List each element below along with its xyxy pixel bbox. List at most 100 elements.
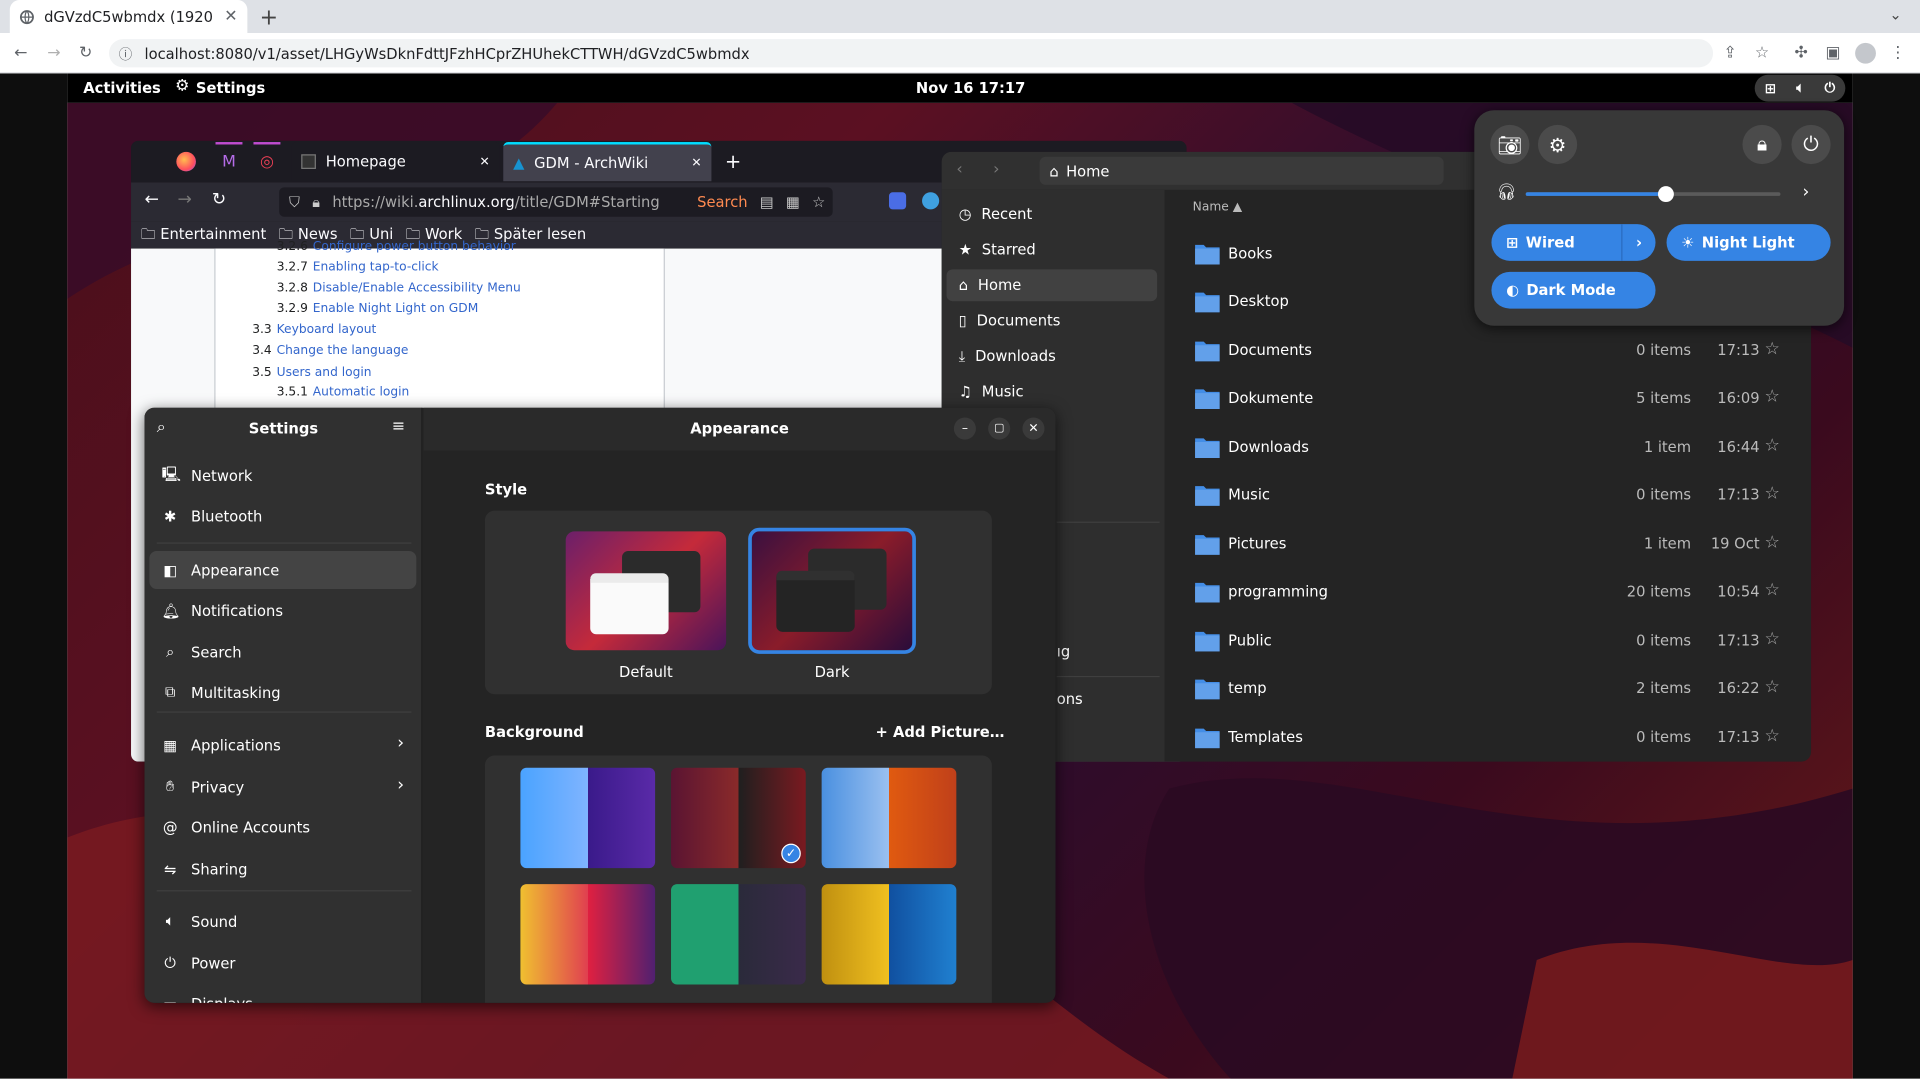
close-icon[interactable]: ✕	[480, 155, 490, 168]
star-icon[interactable]: ☆	[1765, 533, 1780, 553]
extensions-icon[interactable]: ✣	[1788, 39, 1815, 66]
address-bar[interactable]: ⓘ localhost:8080/v1/asset/LHGyWsDknFdttJ…	[108, 39, 1714, 68]
chevron-right-icon[interactable]: ›	[1802, 182, 1809, 202]
menu-kebab-icon[interactable]: ⋮	[1885, 39, 1912, 66]
sidebar-item-label[interactable]: ıg	[1057, 643, 1070, 660]
screenshot-button[interactable]: 📷︎	[1490, 124, 1530, 165]
toc-link[interactable]: 3.2.6 Configure power button behavior	[277, 240, 516, 253]
sidebar-item-bluetooth[interactable]: ✱ Bluetooth	[149, 497, 416, 535]
firefox-tab-archwiki[interactable]: ▲ GDM - ArchWiki ✕	[503, 142, 712, 182]
minimize-button[interactable]: –	[953, 417, 976, 440]
firefox-search-engine[interactable]: Search	[697, 193, 747, 210]
wired-toggle[interactable]: ⊞ Wired ›	[1491, 224, 1656, 261]
close-icon[interactable]: ✕	[691, 156, 701, 169]
wallpaper-thumbnail[interactable]	[671, 884, 806, 985]
toc-link[interactable]: 3.2.9 Enable Night Light on GDM	[277, 302, 479, 315]
grid-icon[interactable]: ▦	[786, 193, 800, 210]
extension-icon[interactable]	[888, 192, 907, 210]
file-row[interactable]: Downloads 1 item 16:44 ☆	[1187, 425, 1787, 472]
lock-button[interactable]: 🔒︎	[1742, 124, 1782, 165]
forward-arrow-icon[interactable]: →	[178, 190, 192, 210]
sidebar-item-starred[interactable]: ★ Starred	[947, 234, 1158, 266]
sidebar-item-sound[interactable]: 🔈︎ Sound	[149, 902, 416, 940]
star-icon[interactable]: ☆	[1765, 726, 1780, 746]
style-default-option[interactable]	[565, 531, 727, 651]
activities-button[interactable]: Activities	[83, 80, 161, 97]
firefox-pinned-icon[interactable]	[176, 151, 196, 172]
wallpaper-thumbnail[interactable]	[520, 767, 656, 869]
reader-icon[interactable]: ▤	[760, 193, 774, 210]
firefox-url-bar[interactable]: ⛉ 🔒︎ https://wiki.archlinux.org/title/GD…	[279, 187, 833, 217]
wallpaper-thumbnail[interactable]	[821, 767, 957, 869]
file-row[interactable]: Templates 0 items 17:13 ☆	[1187, 715, 1787, 762]
toc-link[interactable]: 3.5.1 Automatic login	[277, 386, 410, 399]
sidebar-item-downloads[interactable]: ⤓ Downloads	[947, 340, 1158, 372]
system-status-area[interactable]: ⊞ 🔈︎ ⏻	[1754, 74, 1846, 102]
star-icon[interactable]: ☆	[1765, 387, 1780, 407]
file-row[interactable]: Documents 0 items 17:13 ☆	[1187, 328, 1787, 375]
sidebar-item-online-accounts[interactable]: @ Online Accounts	[149, 808, 416, 846]
sidebar-item-applications[interactable]: ▦ Applications ›	[149, 726, 416, 764]
reload-icon[interactable]: ↻	[212, 190, 226, 210]
bookmark-star-icon[interactable]: ☆	[1749, 39, 1776, 66]
chevron-down-icon[interactable]: ⌄	[1889, 6, 1901, 23]
share-icon[interactable]: ⇪	[1717, 39, 1744, 66]
file-row[interactable]: Public 0 items 17:13 ☆	[1187, 618, 1787, 665]
star-icon[interactable]: ☆	[1765, 484, 1780, 504]
sidebar-item-label[interactable]: ons	[1057, 691, 1083, 708]
path-bar[interactable]: ⌂ Home	[1039, 156, 1444, 185]
file-row[interactable]: Music 0 items 17:13 ☆	[1187, 473, 1787, 520]
volume-slider[interactable]	[1525, 186, 1781, 203]
night-light-toggle[interactable]: ☀ Night Light	[1666, 224, 1831, 261]
sidepanel-icon[interactable]: ▣	[1820, 39, 1847, 66]
toc-link[interactable]: 3.4 Change the language	[252, 344, 408, 357]
file-row[interactable]: temp 2 items 16:22 ☆	[1187, 666, 1787, 713]
sidebar-item-notifications[interactable]: 🔔︎ Notifications	[149, 591, 416, 629]
bookmark-star-icon[interactable]: ☆	[812, 193, 825, 210]
file-row[interactable]: Dokumente 5 items 16:09 ☆	[1187, 376, 1787, 423]
volume-slider-knob[interactable]	[1658, 186, 1675, 203]
toc-link[interactable]: 3.2.7 Enabling tap-to-click	[277, 261, 439, 274]
wallpaper-thumbnail-selected[interactable]: ✓	[671, 767, 806, 869]
sidebar-item-documents[interactable]: ▯ Documents	[947, 305, 1158, 337]
bookmark-folder[interactable]: 🗀︎ Entertainment	[141, 222, 266, 248]
sidebar-item-privacy[interactable]: ✋︎ Privacy ›	[149, 768, 416, 806]
close-icon[interactable]: ✕	[224, 7, 237, 25]
sidebar-item-sharing[interactable]: ⇋ Sharing	[149, 850, 416, 888]
sidebar-item-power[interactable]: ⏻ Power	[149, 944, 416, 982]
file-row[interactable]: Pictures 1 item 19 Oct ☆	[1187, 522, 1787, 569]
chevron-right-icon[interactable]: ›	[1621, 224, 1655, 261]
sidebar-item-network[interactable]: 🖳︎ Network	[149, 457, 416, 495]
profile-avatar[interactable]	[1855, 42, 1876, 64]
forward-arrow-icon[interactable]: →	[40, 39, 67, 66]
settings-button[interactable]: ⚙	[1537, 124, 1578, 165]
style-dark-option[interactable]	[748, 527, 916, 654]
new-tab-button[interactable]: +	[725, 149, 741, 172]
dark-mode-toggle[interactable]: ◐ Dark Mode	[1491, 271, 1656, 309]
toc-link[interactable]: 3.3 Keyboard layout	[252, 323, 376, 336]
wallpaper-thumbnail[interactable]	[520, 884, 656, 985]
extension-icon[interactable]	[922, 192, 940, 210]
maximize-button[interactable]: ▢	[988, 417, 1011, 440]
column-header-name[interactable]: Name ▲	[1193, 201, 1242, 214]
star-icon[interactable]: ☆	[1765, 677, 1780, 697]
clock[interactable]: Nov 16 17:17	[916, 80, 1025, 97]
sidebar-item-recent[interactable]: ◷ Recent	[947, 198, 1158, 230]
star-icon[interactable]: ☆	[1765, 339, 1780, 359]
toc-link[interactable]: 3.2.8 Disable/Enable Accessibility Menu	[277, 282, 521, 295]
firefox-tab-homepage[interactable]: Homepage ✕	[291, 142, 500, 182]
back-arrow-icon[interactable]: ‹	[956, 160, 962, 178]
mail-pinned-icon[interactable]: M	[215, 142, 243, 181]
new-tab-button[interactable]: +	[260, 5, 278, 31]
sidebar-item-search[interactable]: ⌕ Search	[149, 633, 416, 671]
power-button[interactable]: ⏻	[1791, 124, 1831, 165]
add-picture-button[interactable]: + Add Picture…	[876, 724, 1005, 741]
pocket-pinned-icon[interactable]: ◎	[253, 142, 281, 181]
close-button[interactable]: ✕	[1022, 417, 1045, 440]
sidebar-item-home[interactable]: ⌂ Home	[946, 269, 1158, 302]
back-arrow-icon[interactable]: ←	[7, 39, 34, 66]
forward-arrow-icon[interactable]: ›	[993, 160, 999, 178]
wallpaper-thumbnail[interactable]	[821, 884, 957, 985]
star-icon[interactable]: ☆	[1765, 436, 1780, 456]
sidebar-item-multitasking[interactable]: ⧉ Multitasking	[149, 673, 416, 711]
